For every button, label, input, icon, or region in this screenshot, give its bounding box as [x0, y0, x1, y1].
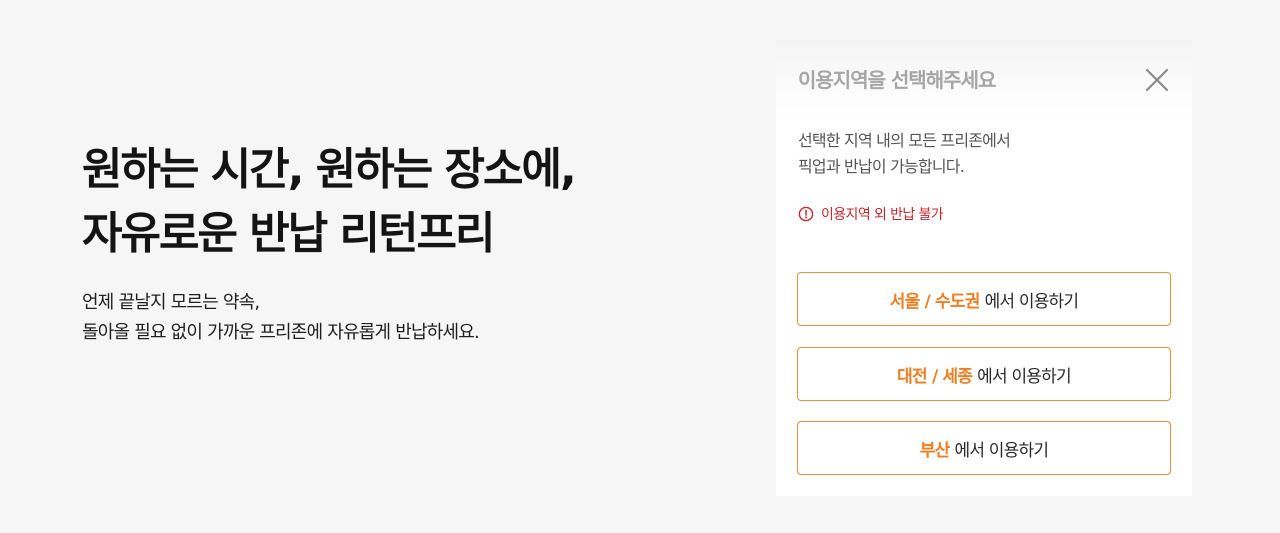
- hero-title-line-2: 자유로운 반납 리턴프리: [82, 208, 495, 259]
- region-button-suffix: 에서 이용하기: [954, 440, 1049, 461]
- modal-description: 선택한 지역 내의 모든 프리존에서 픽업과 반납이 가능합니다.: [798, 128, 1011, 180]
- modal-description-line-2: 픽업과 반납이 가능합니다.: [798, 157, 965, 176]
- hero-title-line-1: 원하는 시간, 원하는 장소에,: [82, 144, 577, 195]
- close-icon: [1145, 68, 1169, 92]
- exclamation-circle-icon: [798, 206, 814, 222]
- region-button-suffix: 에서 이용하기: [984, 291, 1079, 312]
- hero-description-line-2: 돌아올 필요 없이 가까운 프리존에 자유롭게 반납하세요.: [82, 322, 480, 343]
- region-name: 대전 / 세종: [897, 366, 973, 387]
- region-button-suffix: 에서 이용하기: [977, 366, 1071, 387]
- region-button-seoul[interactable]: 서울 / 수도권 에서 이용하기: [797, 272, 1171, 326]
- hero-description-line-1: 언제 끝날지 모르는 약속,: [82, 292, 260, 313]
- close-button[interactable]: [1144, 67, 1170, 93]
- region-select-modal: 이용지역을 선택해주세요 선택한 지역 내의 모든 프리존에서 픽업과 반납이 …: [776, 40, 1192, 496]
- region-warning-text: 이용지역 외 반납 불가: [821, 207, 944, 223]
- region-name: 서울 / 수도권: [889, 291, 981, 312]
- modal-header: 이용지역을 선택해주세요: [776, 40, 1192, 118]
- modal-description-line-1: 선택한 지역 내의 모든 프리존에서: [798, 131, 1011, 150]
- hero-section: 원하는 시간, 원하는 장소에, 자유로운 반납 리턴프리 언제 끝날지 모르는…: [82, 138, 702, 348]
- region-name: 부산: [919, 440, 950, 461]
- hero-description: 언제 끝날지 모르는 약속, 돌아올 필요 없이 가까운 프리존에 자유롭게 반…: [82, 288, 702, 348]
- modal-title: 이용지역을 선택해주세요: [798, 68, 996, 92]
- region-button-busan[interactable]: 부산 에서 이용하기: [797, 421, 1171, 475]
- region-button-daejeon[interactable]: 대전 / 세종 에서 이용하기: [797, 347, 1171, 401]
- region-warning: 이용지역 외 반납 불가: [798, 204, 944, 224]
- hero-title: 원하는 시간, 원하는 장소에, 자유로운 반납 리턴프리: [82, 138, 702, 266]
